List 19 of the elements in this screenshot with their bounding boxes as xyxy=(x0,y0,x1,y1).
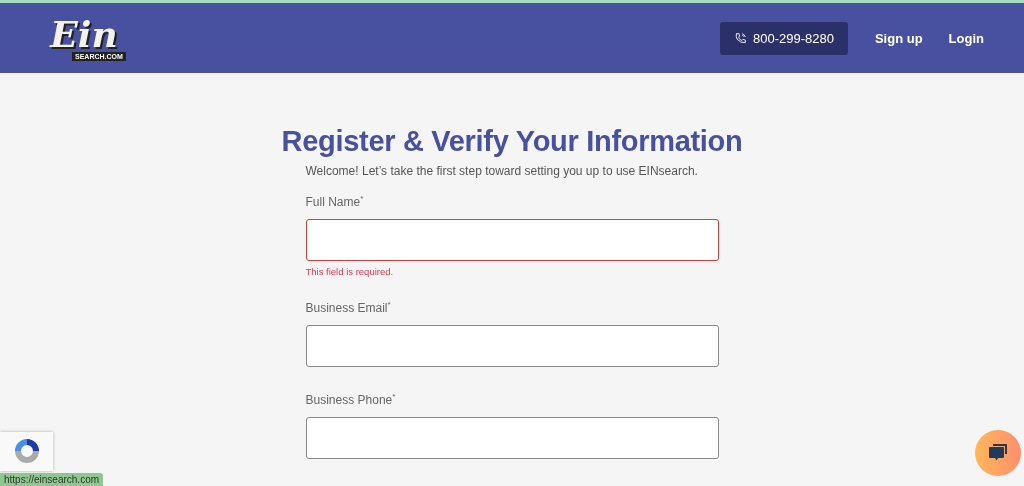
recaptcha-badge[interactable] xyxy=(0,432,53,471)
input-field[interactable] xyxy=(305,325,719,367)
nav-link[interactable]: Sign up xyxy=(874,30,923,46)
field-label: Business Email xyxy=(305,301,388,315)
page-title: Register & Verify Your Information xyxy=(281,125,743,158)
intro-text: Welcome! Let’s take the first step toward setting you up to use EINsearch. xyxy=(305,164,699,178)
error-message: This field is required. xyxy=(305,266,395,277)
chat-button[interactable] xyxy=(975,430,1021,476)
nav-link[interactable]: Login xyxy=(948,30,984,46)
phone-icon xyxy=(733,31,747,45)
field-label: Full Name xyxy=(305,195,361,209)
required-mark: * xyxy=(387,300,391,309)
phone-button[interactable]: 800-299-8280 xyxy=(719,21,848,55)
required-mark: * xyxy=(360,194,364,203)
required-mark: * xyxy=(392,392,396,401)
status-bar-url: https://einsearch.com xyxy=(0,473,104,486)
input-field[interactable] xyxy=(305,219,719,261)
input-field[interactable] xyxy=(305,417,719,459)
field-label: Business Phone xyxy=(305,393,393,407)
